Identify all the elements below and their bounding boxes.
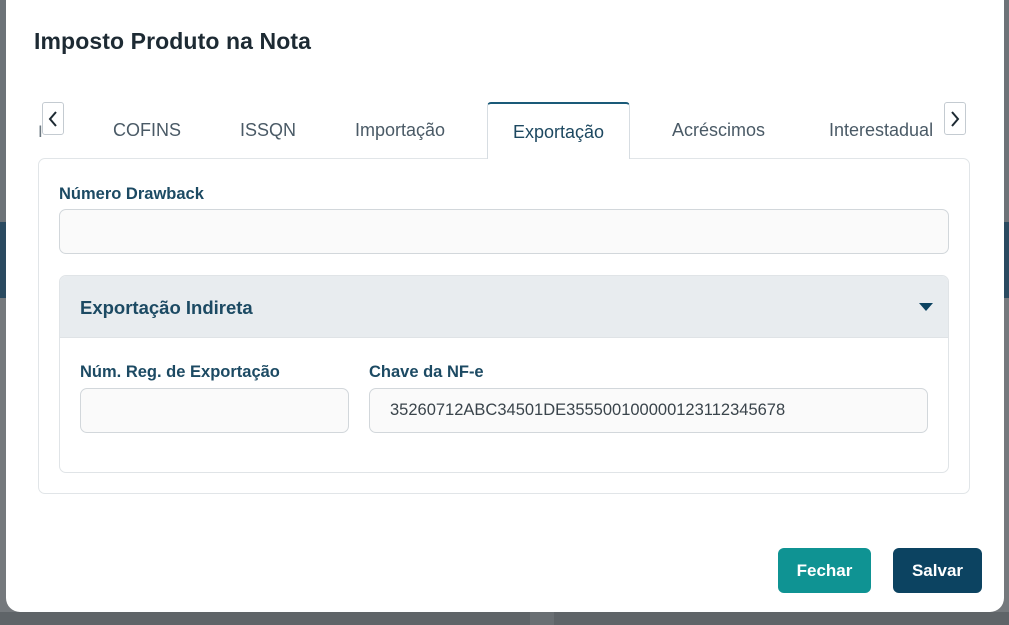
tab-interestadual[interactable]: Interestadual bbox=[829, 102, 941, 159]
reg-number-label: Núm. Reg. de Exportação bbox=[80, 363, 280, 381]
caret-down-icon bbox=[919, 303, 933, 311]
nfe-key-label: Chave da NF-e bbox=[369, 363, 484, 381]
tabs-bar: IS COFINS ISSQN Importação Exportação Ac… bbox=[38, 102, 966, 159]
drawback-input[interactable] bbox=[59, 209, 949, 254]
tabs-prev-button[interactable] bbox=[42, 102, 64, 135]
modal-title: Imposto Produto na Nota bbox=[34, 28, 312, 54]
save-button[interactable]: Salvar bbox=[893, 548, 982, 593]
indirect-export-title: Exportação Indireta bbox=[80, 297, 253, 318]
close-button[interactable]: Fechar bbox=[778, 548, 871, 593]
tabs-next-button[interactable] bbox=[944, 102, 966, 135]
background-footer bbox=[0, 612, 1009, 625]
reg-number-input[interactable] bbox=[80, 388, 349, 433]
chevron-left-icon bbox=[48, 110, 57, 127]
tab-importacao[interactable]: Importação bbox=[355, 102, 445, 159]
tab-cofins[interactable]: COFINS bbox=[113, 102, 181, 159]
indirect-export-accordion: Exportação Indireta Núm. Reg. de Exporta… bbox=[59, 275, 949, 473]
tab-exportacao[interactable]: Exportação bbox=[487, 102, 631, 159]
background-divider bbox=[530, 612, 554, 625]
drawback-label: Número Drawback bbox=[59, 185, 204, 203]
tab-issqn[interactable]: ISSQN bbox=[240, 102, 296, 159]
indirect-export-header[interactable]: Exportação Indireta bbox=[60, 276, 948, 338]
nfe-key-input[interactable] bbox=[369, 388, 928, 433]
tab-acrescimos[interactable]: Acréscimos bbox=[672, 102, 765, 159]
chevron-right-icon bbox=[951, 110, 960, 127]
export-tab-panel: Número Drawback Exportação Indireta Núm.… bbox=[38, 158, 970, 494]
tax-product-modal: Imposto Produto na Nota IS COFINS ISSQN … bbox=[6, 0, 1004, 612]
